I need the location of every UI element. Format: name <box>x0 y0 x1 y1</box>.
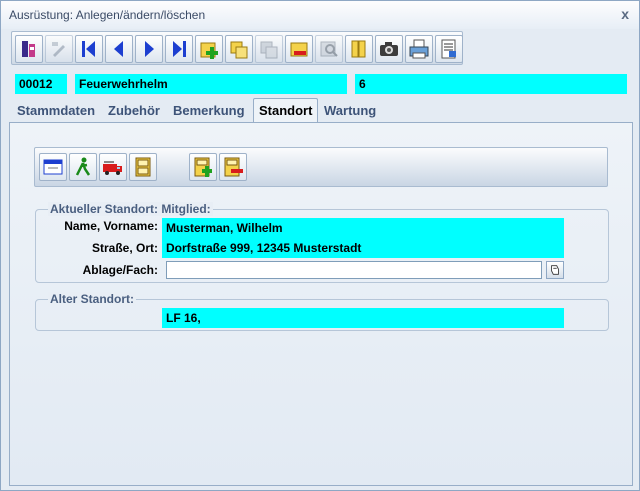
previous-record-button[interactable] <box>105 35 133 63</box>
tab-zubehoer[interactable]: Zubehör <box>104 100 164 122</box>
first-record-icon <box>82 41 95 57</box>
standort-panel: Aktueller Standort: Mitglied: Name, Vorn… <box>9 122 633 486</box>
tab-wartung[interactable]: Wartung <box>320 100 380 122</box>
current-location-group: Aktueller Standort: Mitglied: Name, Vorn… <box>35 202 609 283</box>
cabinet-add-icon <box>194 157 212 177</box>
name-value: Musterman, Wilhelm <box>162 218 564 238</box>
camera-icon <box>380 42 398 56</box>
first-record-button[interactable] <box>75 35 103 63</box>
window-title: Ausrüstung: Anlegen/ändern/löschen <box>9 8 206 22</box>
storage-picker-button[interactable] <box>546 261 564 279</box>
hand-pointer-icon <box>551 265 559 275</box>
cabinet-button[interactable] <box>129 153 157 181</box>
tab-bemerkung[interactable]: Bemerkung <box>169 100 249 122</box>
binder-icon <box>351 40 366 58</box>
copy-record-icon <box>230 41 248 59</box>
add-record-button[interactable] <box>195 35 223 63</box>
report-button[interactable] <box>435 35 463 63</box>
delete-record-icon <box>290 42 308 57</box>
record-id-field: 00012 <box>15 74 67 94</box>
record-count-field: 6 <box>355 74 627 94</box>
previous-record-icon <box>114 41 123 57</box>
camera-button[interactable] <box>375 35 403 63</box>
vehicle-button[interactable] <box>99 153 127 181</box>
tab-stammdaten[interactable]: Stammdaten <box>13 100 99 122</box>
binder-button[interactable] <box>345 35 373 63</box>
name-label: Name, Vorname: <box>64 219 158 233</box>
cabinet-add-button[interactable] <box>189 153 217 181</box>
window-icon <box>43 159 63 175</box>
next-record-icon <box>145 41 154 57</box>
cabinet-icon <box>135 157 151 177</box>
edit-icon <box>52 42 65 57</box>
cabinet-remove-button[interactable] <box>219 153 247 181</box>
window-button[interactable] <box>39 153 67 181</box>
person-button[interactable] <box>69 153 97 181</box>
street-label: Straße, Ort: <box>91 241 158 255</box>
old-location-group: Alter Standort: LF 16, <box>35 292 609 331</box>
storage-label: Ablage/Fach: <box>82 263 158 277</box>
duplicate-button[interactable] <box>255 35 283 63</box>
next-record-button[interactable] <box>135 35 163 63</box>
title-bar: Ausrüstung: Anlegen/ändern/löschen x <box>1 1 639 29</box>
close-button[interactable]: x <box>621 6 629 22</box>
street-value: Dorfstraße 999, 12345 Musterstadt <box>162 238 564 258</box>
print-icon <box>409 39 429 59</box>
fire-truck-icon <box>103 161 122 175</box>
report-icon <box>441 39 456 59</box>
storage-input[interactable] <box>166 261 542 279</box>
duplicate-icon <box>260 41 278 59</box>
copy-record-button[interactable] <box>225 35 253 63</box>
old-location-value: LF 16, <box>162 308 564 328</box>
cabinet-remove-icon <box>224 157 243 177</box>
main-window: Ausrüstung: Anlegen/ändern/löschen x 000… <box>0 0 640 491</box>
main-toolbar <box>11 31 463 65</box>
standort-toolbar <box>34 147 608 187</box>
current-location-title: Aktueller Standort: Mitglied: <box>48 202 213 216</box>
delete-record-button[interactable] <box>285 35 313 63</box>
search-button[interactable] <box>315 35 343 63</box>
last-record-icon <box>173 41 186 57</box>
edit-button[interactable] <box>45 35 73 63</box>
old-location-title: Alter Standort: <box>48 292 136 306</box>
tab-standort[interactable]: Standort <box>253 98 319 123</box>
search-icon <box>320 41 338 57</box>
exit-button[interactable] <box>15 35 43 63</box>
record-name-field: Feuerwehrhelm <box>75 74 347 94</box>
exit-icon <box>22 41 35 57</box>
last-record-button[interactable] <box>165 35 193 63</box>
person-running-icon <box>75 157 91 176</box>
print-button[interactable] <box>405 35 433 63</box>
add-record-icon <box>200 42 218 59</box>
